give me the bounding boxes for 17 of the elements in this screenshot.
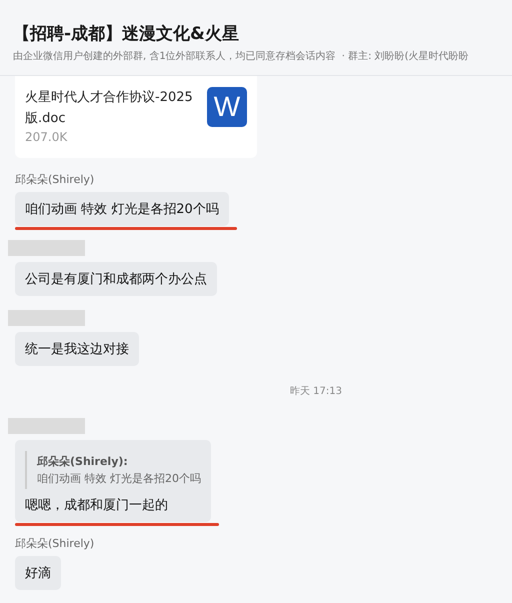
file-card[interactable]: 火星时代人才合作协议-2025版.doc 207.0K W: [15, 76, 257, 158]
message-text: 嗯嗯，成都和厦门一起的: [25, 498, 168, 513]
group-description: 由企业微信用户创建的外部群, 含1位外部联系人，均已同意存档会话内容: [13, 50, 336, 63]
message-text: 统一是我这边对接: [25, 342, 129, 357]
message-text: 好滴: [25, 566, 51, 581]
group-title: 【招聘-成都】迷漫文化&火星: [13, 23, 240, 45]
group-owner: · 群主: 刘盼盼(火星时代盼盼: [342, 50, 469, 63]
timestamp: 昨天 17:13: [289, 385, 342, 398]
word-file-icon: W: [207, 87, 247, 127]
file-name: 火星时代人才合作协议-2025版.doc: [25, 89, 194, 128]
quote-author: 邱朵朵(Shirely):: [37, 454, 129, 469]
file-size: 207.0K: [25, 130, 68, 144]
message-text: 咱们动画 特效 灯光是各招20个吗: [25, 202, 219, 217]
quote-text: 咱们动画 特效 灯光是各招20个吗: [37, 471, 201, 486]
sender-name: 邱朵朵(Shirely): [15, 536, 94, 551]
sender-name: 邱朵朵(Shirely): [15, 172, 94, 187]
message-text: 公司是有厦门和成都两个办公点: [25, 272, 207, 287]
